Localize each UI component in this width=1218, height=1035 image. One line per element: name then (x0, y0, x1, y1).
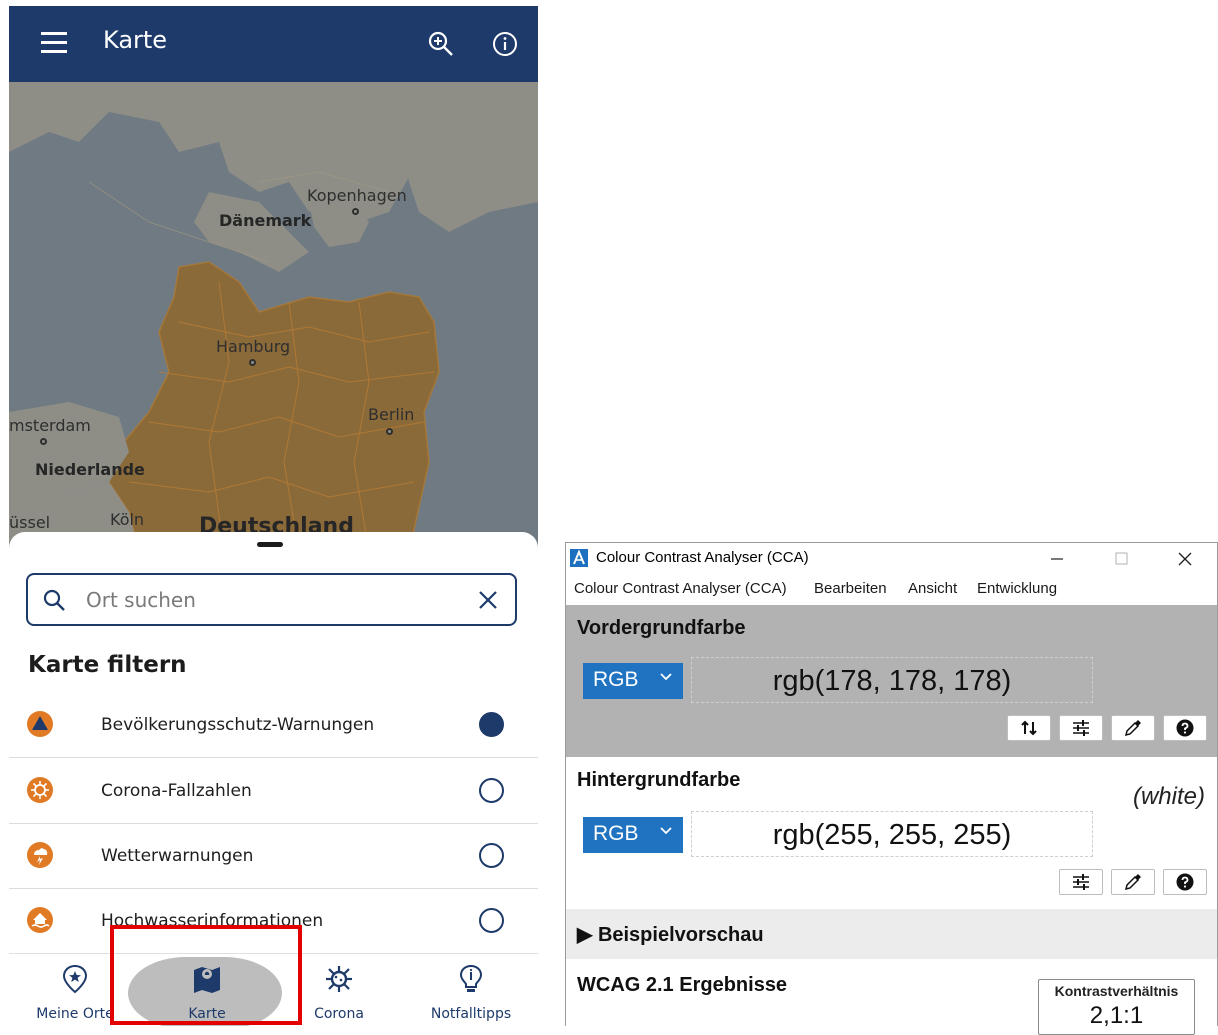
search-box (26, 573, 517, 626)
foreground-sliders-button[interactable] (1059, 715, 1103, 741)
chevron-down-icon (660, 827, 672, 835)
map-label-hamburg: Hamburg (216, 337, 291, 356)
background-color-value[interactable]: rgb(255, 255, 255) (691, 811, 1093, 857)
swap-icon (1021, 720, 1037, 736)
swap-colors-button[interactable] (1007, 715, 1051, 741)
preview-label: ▶ Beispielvorschau (577, 924, 764, 946)
eyedropper-icon (1124, 720, 1141, 737)
background-section: Hintergrundfarbe (white) RGB rgb(255, 25… (566, 757, 1217, 909)
background-color-name: (white) (1132, 783, 1205, 810)
foreground-color-value[interactable]: rgb(178, 178, 178) (691, 657, 1093, 703)
menu-item-bearbeiten[interactable]: Bearbeiten (814, 580, 887, 597)
maximize-button[interactable] (1098, 543, 1144, 575)
map-marker-berlin (386, 428, 393, 435)
lightbulb-icon (459, 964, 483, 992)
background-format-select[interactable]: RGB (583, 817, 683, 853)
sliders-icon (1073, 874, 1089, 890)
filter-label: Wetterwarnungen (101, 846, 254, 866)
foreground-title: Vordergrundfarbe (577, 617, 746, 639)
cca-app-icon (570, 549, 588, 567)
bottom-sheet: Karte filtern Bevölkerungsschutz-Warnung… (9, 532, 538, 962)
help-icon (1176, 873, 1194, 891)
cca-window: Colour Contrast Analyser (CCA) Colour Co… (565, 542, 1218, 1035)
location-star-icon (62, 964, 88, 994)
map-marker-hamburg (249, 359, 256, 366)
filter-row-bevoelkerungsschutz[interactable]: Bevölkerungsschutz-Warnungen (9, 693, 538, 758)
flood-icon (27, 907, 53, 933)
nav-item-notfalltipps[interactable]: Notfalltipps (405, 954, 537, 1026)
search-input[interactable] (86, 583, 466, 617)
filter-radio[interactable] (479, 778, 504, 803)
map-label-kopenhagen: Kopenhagen (307, 186, 407, 205)
foreground-format-select[interactable]: RGB (583, 663, 683, 699)
background-title: Hintergrundfarbe (577, 769, 741, 791)
wcag-results-section: WCAG 2.1 Ergebnisse Kontrastverhältnis 2… (566, 959, 1217, 1035)
window-titlebar: Colour Contrast Analyser (CCA) (566, 543, 1217, 575)
menu-item-ansicht[interactable]: Ansicht (908, 580, 957, 597)
app-bar: Karte (9, 6, 538, 82)
filter-heading: Karte filtern (28, 652, 187, 678)
nav-label: Notfalltipps (430, 1006, 512, 1022)
filter-row-corona[interactable]: Corona-Fallzahlen (9, 759, 538, 824)
chevron-down-icon (660, 673, 672, 681)
virus-icon (326, 966, 352, 992)
map-label-niederlande: Niederlande (35, 460, 145, 479)
filter-radio[interactable] (479, 843, 504, 868)
sliders-icon (1073, 720, 1089, 736)
weather-icon (27, 842, 53, 868)
minimize-button[interactable] (1034, 543, 1080, 575)
map-label-amsterdam: msterdam (9, 416, 91, 435)
annotation-highlight-box (110, 925, 302, 1025)
search-icon (43, 589, 65, 611)
background-eyedropper-button[interactable] (1111, 869, 1155, 895)
map-label-bruessel: üssel (9, 513, 51, 532)
eyedropper-icon (1124, 874, 1141, 891)
window-title: Colour Contrast Analyser (CCA) (596, 549, 809, 566)
wcag-title: WCAG 2.1 Ergebnisse (577, 974, 788, 996)
virus-icon (27, 777, 53, 803)
map-view[interactable]: Kopenhagen Dänemark Hamburg Berlin mster… (9, 82, 538, 552)
foreground-section: Vordergrundfarbe RGB rgb(178, 178, 178) (566, 605, 1217, 757)
background-sliders-button[interactable] (1059, 869, 1103, 895)
map-marker-kopenhagen (352, 208, 359, 215)
help-icon (1176, 719, 1194, 737)
close-icon[interactable] (477, 589, 499, 611)
close-button[interactable] (1162, 543, 1208, 575)
menu-item-entwicklung[interactable]: Entwicklung (977, 580, 1057, 597)
foreground-eyedropper-button[interactable] (1111, 715, 1155, 741)
filter-label: Corona-Fallzahlen (101, 781, 252, 801)
menu-icon[interactable] (41, 32, 69, 54)
page-title: Karte (103, 26, 168, 54)
preview-toggle[interactable]: ▶ Beispielvorschau (566, 909, 1217, 959)
filter-radio[interactable] (479, 908, 504, 933)
zoom-in-icon[interactable] (427, 30, 455, 58)
sheet-drag-handle[interactable] (257, 542, 283, 547)
filter-label: Bevölkerungsschutz-Warnungen (101, 715, 375, 735)
background-help-button[interactable] (1163, 869, 1207, 895)
map-label-koeln: Köln (110, 510, 145, 529)
contrast-ratio-box: Kontrastverhältnis 2,1:1 (1038, 979, 1195, 1035)
filter-radio-selected[interactable] (479, 712, 504, 737)
contrast-ratio-label: Kontrastverhältnis (1054, 983, 1179, 999)
phone-app: Karte Kopenhagen Dänemark Hamburg Berlin… (9, 6, 538, 1026)
filter-row-wetter[interactable]: Wetterwarnungen (9, 824, 538, 889)
map-label-berlin: Berlin (368, 405, 415, 424)
menu-item-app[interactable]: Colour Contrast Analyser (CCA) (574, 580, 787, 597)
map-label-daenemark: Dänemark (219, 211, 312, 230)
foreground-help-button[interactable] (1163, 715, 1207, 741)
info-icon[interactable] (491, 30, 519, 58)
map-marker-amsterdam (40, 438, 47, 445)
warning-triangle-icon (27, 711, 53, 737)
menu-bar: Colour Contrast Analyser (CCA) Bearbeite… (566, 575, 1217, 605)
